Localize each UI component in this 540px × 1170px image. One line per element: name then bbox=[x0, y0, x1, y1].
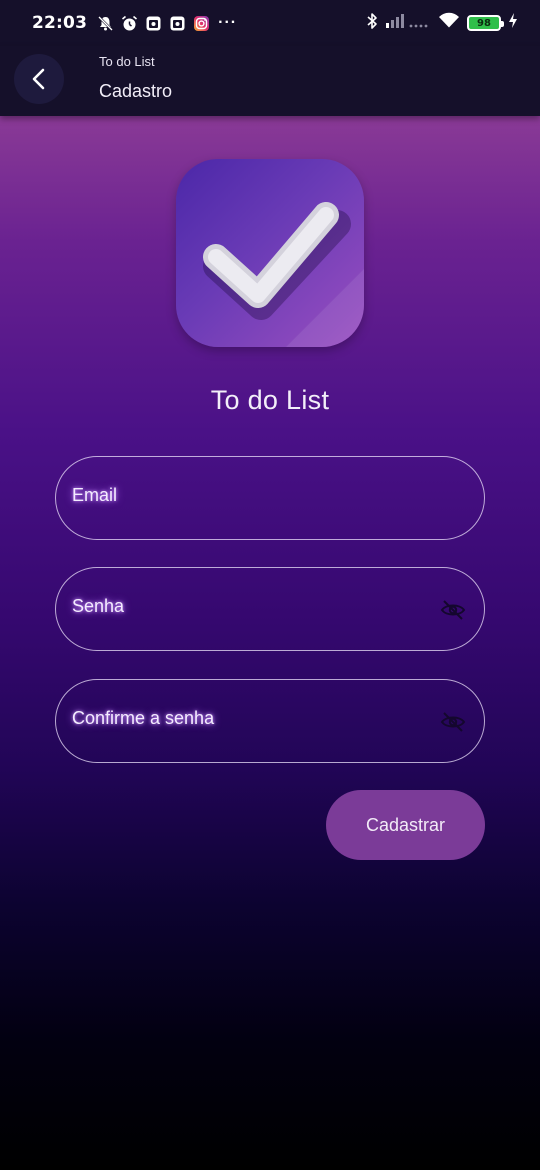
email-label: Email bbox=[72, 485, 118, 505]
back-button[interactable] bbox=[14, 54, 64, 104]
eye-off-icon[interactable] bbox=[440, 709, 466, 735]
checkmark-icon bbox=[203, 202, 364, 347]
status-system-icons: 98 bbox=[366, 12, 518, 35]
cadastrar-button[interactable]: Cadastrar bbox=[326, 790, 485, 860]
eye-off-icon[interactable] bbox=[440, 597, 466, 623]
app-bar-subtitle: To do List bbox=[99, 54, 155, 69]
status-bar: 22:03 ··· 98 bbox=[0, 0, 540, 46]
alarm-icon bbox=[121, 15, 138, 32]
app-name: To do List bbox=[210, 385, 330, 415]
mute-icon bbox=[97, 15, 114, 32]
password-label: Senha bbox=[72, 596, 125, 616]
chevron-left-icon bbox=[32, 68, 45, 90]
password-field[interactable]: Senha bbox=[55, 567, 485, 651]
confirm-password-field[interactable]: Confirme a senha bbox=[55, 679, 485, 763]
app-bar: To do List Cadastro bbox=[0, 46, 540, 116]
instagram-icon bbox=[193, 15, 210, 32]
email-field[interactable]: Email bbox=[55, 456, 485, 540]
confirm-password-label: Confirme a senha bbox=[72, 708, 215, 728]
status-notification-icons bbox=[97, 15, 210, 32]
charging-icon bbox=[508, 12, 518, 34]
wifi-icon bbox=[438, 12, 460, 34]
app-notification-icon bbox=[169, 15, 186, 32]
battery-level: 98 bbox=[477, 17, 491, 29]
status-time: 22:03 bbox=[32, 13, 88, 33]
app-notification-icon bbox=[145, 15, 162, 32]
battery-icon: 98 bbox=[467, 15, 504, 31]
signal-icon bbox=[385, 13, 431, 34]
app-logo bbox=[176, 159, 364, 347]
page-title: Cadastro bbox=[99, 81, 173, 101]
more-notifications-icon: ··· bbox=[218, 14, 238, 31]
bluetooth-icon bbox=[366, 12, 378, 35]
